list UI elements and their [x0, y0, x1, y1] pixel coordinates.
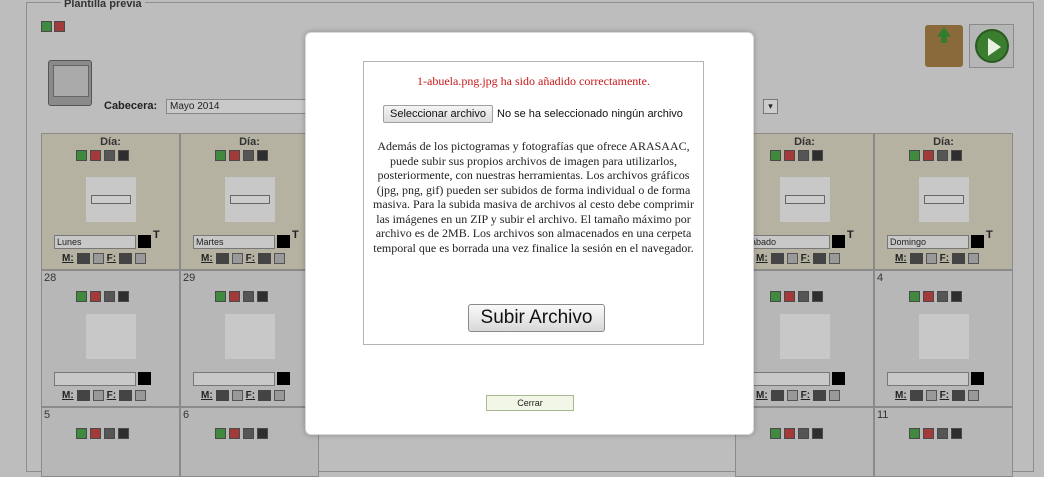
- upload-info-text: Además de los pictogramas y fotografías …: [373, 139, 694, 255]
- success-message: 1-abuela.png.jpg ha sido añadido correct…: [417, 74, 650, 88]
- select-file-button[interactable]: Seleccionar archivo: [383, 105, 493, 123]
- upload-file-button[interactable]: Subir Archivo: [468, 304, 605, 332]
- upload-panel: 1-abuela.png.jpg ha sido añadido correct…: [363, 61, 704, 345]
- file-status-text: No se ha seleccionado ningún archivo: [497, 108, 683, 120]
- file-picker-row: Seleccionar archivo No se ha seleccionad…: [383, 105, 683, 123]
- upload-dialog: 1-abuela.png.jpg ha sido añadido correct…: [305, 32, 754, 435]
- close-button[interactable]: Cerrar: [486, 395, 574, 411]
